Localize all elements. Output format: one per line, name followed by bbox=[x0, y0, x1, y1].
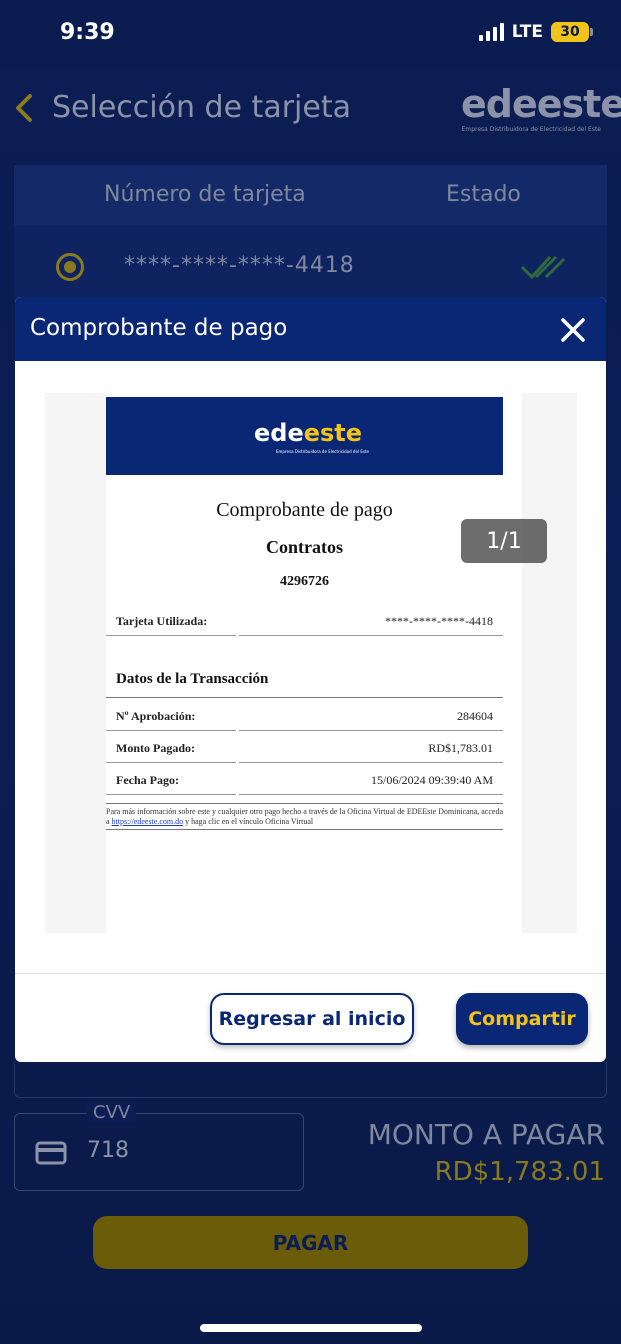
status-bar: 9:39 LTE 30 bbox=[0, 0, 621, 70]
page-title: Selección de tarjeta bbox=[52, 90, 351, 125]
pdf-viewer[interactable]: edeeste Empresa Distribuidora de Electri… bbox=[45, 393, 577, 933]
column-header-card-number: Número de tarjeta bbox=[104, 182, 306, 207]
brand-logo: edeeste Empresa Distribuidora de Electri… bbox=[461, 82, 621, 138]
receipt-row-label: Monto Pagado: bbox=[116, 741, 195, 755]
receipt-row-approval: Nº Aprobación: 284604 bbox=[106, 701, 503, 731]
close-icon[interactable] bbox=[560, 317, 586, 343]
form-panel-edge bbox=[14, 1062, 607, 1098]
receipt-card-label: Tarjeta Utilizada: bbox=[116, 614, 208, 628]
receipt-row-amount: Monto Pagado: RD$1,783.01 bbox=[106, 733, 503, 763]
chevron-left-icon[interactable] bbox=[8, 88, 44, 128]
receipt-title: Comprobante de pago bbox=[216, 499, 393, 521]
signal-icon bbox=[478, 23, 504, 41]
back-to-home-button[interactable]: Regresar al inicio bbox=[210, 993, 414, 1045]
column-header-state: Estado bbox=[446, 182, 521, 207]
status-time: 9:39 bbox=[60, 20, 115, 45]
battery-level: 30 bbox=[560, 24, 580, 40]
cvv-input[interactable]: 718 bbox=[87, 1138, 129, 1163]
receipt-footer: Para más información sobre este y cualqu… bbox=[106, 807, 503, 827]
share-button[interactable]: Compartir bbox=[456, 993, 588, 1045]
home-indicator[interactable] bbox=[200, 1324, 422, 1332]
receipt-row-label: Fecha Pago: bbox=[116, 773, 179, 787]
table-header: Número de tarjeta Estado bbox=[14, 165, 607, 225]
receipt-card-row: Tarjeta Utilizada: ****-****-****-4418 bbox=[106, 606, 503, 636]
brand-name: edeeste bbox=[461, 82, 621, 126]
battery-icon: 30 bbox=[551, 22, 593, 42]
app-header: Selección de tarjeta edeeste Empresa Dis… bbox=[0, 70, 621, 152]
receipt-modal: Comprobante de pago edeeste Empresa Dist… bbox=[15, 297, 606, 1062]
receipt-row-label: Nº Aprobación: bbox=[116, 709, 196, 723]
card-table: Número de tarjeta Estado ****-****-****-… bbox=[14, 165, 607, 305]
status-indicators: LTE 30 bbox=[478, 22, 593, 42]
receipt-footer-link[interactable]: https://edeeste.com.do bbox=[112, 817, 184, 826]
cvv-label: CVV bbox=[87, 1102, 137, 1123]
receipt-card-value: ****-****-****-4418 bbox=[385, 614, 493, 628]
receipt-row-value: 284604 bbox=[457, 709, 493, 723]
receipt-footer-text-end: y haga clic en el vínculo Oficina Virtua… bbox=[183, 817, 314, 826]
receipt-contract: 4296726 bbox=[280, 574, 329, 589]
receipt-logo-tagline: Empresa Distribuidora de Electricidad de… bbox=[276, 449, 369, 454]
receipt-banner: edeeste Empresa Distribuidora de Electri… bbox=[106, 397, 503, 475]
amount-label: MONTO A PAGAR bbox=[367, 1118, 605, 1151]
receipt-page: edeeste Empresa Distribuidora de Electri… bbox=[106, 393, 522, 933]
divider bbox=[106, 803, 503, 804]
credit-card-icon bbox=[35, 1141, 67, 1165]
double-check-icon bbox=[520, 255, 566, 280]
brand-tagline: Empresa Distribuidora de Electricidad de… bbox=[461, 126, 601, 133]
receipt-section-title: Datos de la Transacción bbox=[116, 671, 269, 687]
receipt-logo-yellow: este bbox=[303, 419, 363, 447]
receipt-row-value: RD$1,783.01 bbox=[428, 741, 493, 755]
amount-value: RD$1,783.01 bbox=[434, 1157, 605, 1187]
page-counter: 1/1 bbox=[461, 519, 547, 563]
receipt-subtitle: Contratos bbox=[266, 537, 343, 557]
card-radio-selected[interactable] bbox=[56, 253, 84, 281]
modal-title: Comprobante de pago bbox=[30, 315, 288, 341]
divider bbox=[15, 973, 606, 974]
divider bbox=[106, 829, 503, 830]
divider bbox=[106, 697, 503, 698]
pay-button[interactable]: PAGAR bbox=[93, 1216, 528, 1269]
receipt-row-value: 15/06/2024 09:39:40 AM bbox=[370, 773, 493, 787]
network-label: LTE bbox=[511, 22, 543, 42]
receipt-row-date: Fecha Pago: 15/06/2024 09:39:40 AM bbox=[106, 765, 503, 795]
receipt-logo-white: ede bbox=[254, 419, 304, 447]
modal-header: Comprobante de pago bbox=[15, 297, 606, 361]
receipt-logo: edeeste bbox=[254, 419, 362, 447]
cvv-field[interactable]: CVV 718 bbox=[14, 1102, 304, 1191]
card-number: ****-****-****-4418 bbox=[124, 253, 355, 278]
